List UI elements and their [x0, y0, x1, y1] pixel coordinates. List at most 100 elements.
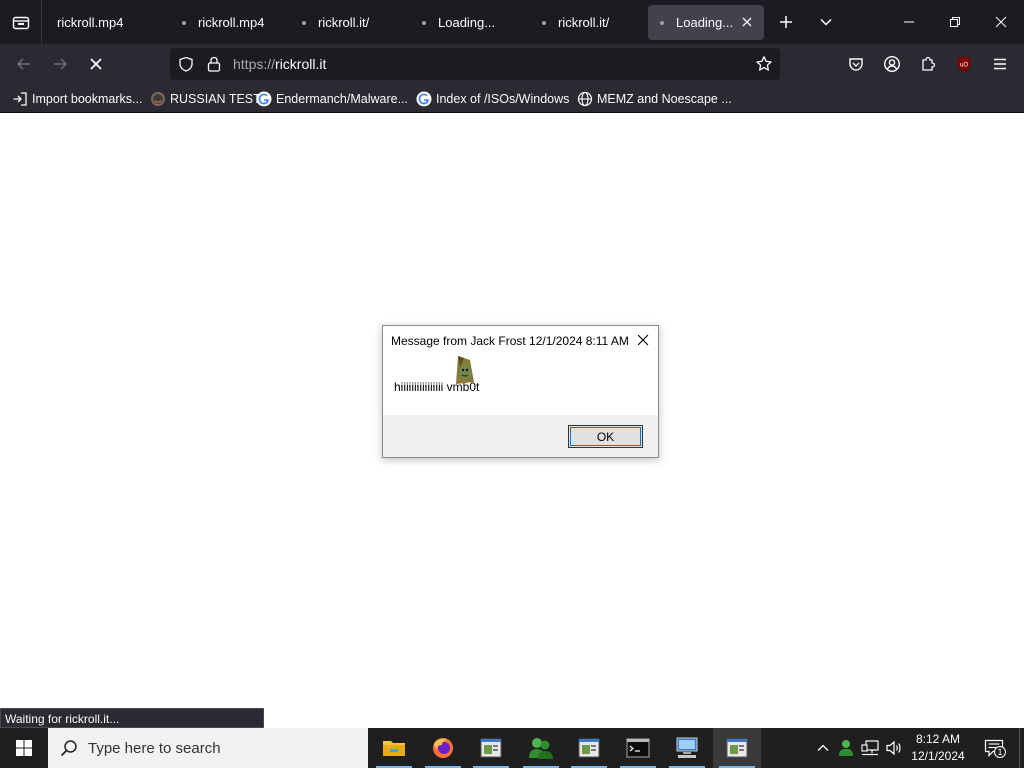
account-icon [883, 55, 901, 73]
taskbar-network-computer[interactable] [663, 728, 711, 768]
windows-taskbar: Type here to search 8:12 AM 12/1/2024 1 [0, 728, 1024, 768]
forward-button[interactable] [44, 48, 76, 80]
speaker-icon [886, 740, 901, 756]
hamburger-menu-icon [994, 58, 1006, 70]
ublock-shield-icon: uO [957, 56, 971, 72]
minimize-icon [904, 21, 914, 23]
bookmark-memz[interactable]: MEMZ and Noescape ... [577, 90, 732, 108]
start-button[interactable] [0, 728, 48, 768]
tab-5[interactable]: rickroll.it/ [530, 5, 648, 40]
ublock-origin-button[interactable]: uO [952, 54, 976, 74]
bookmark-import[interactable]: Import bookmarks... [12, 90, 142, 108]
taskbar-messenger[interactable] [517, 728, 565, 768]
bookmark-label: Import bookmarks... [32, 92, 143, 106]
forward-arrow-icon [54, 58, 68, 70]
tab-3[interactable]: rickroll.it/ [290, 5, 410, 40]
bookmark-label: Endermanch/Malware... [276, 92, 409, 106]
bookmark-star-button[interactable] [755, 55, 773, 73]
search-icon [60, 739, 78, 757]
stop-icon [90, 58, 102, 70]
back-arrow-icon [16, 58, 30, 70]
tab-2[interactable]: rickroll.mp4 [170, 5, 290, 40]
account-button[interactable] [880, 54, 904, 74]
taskbar-search-box[interactable]: Type here to search [48, 728, 368, 768]
dialog-footer: OK [383, 415, 658, 457]
window-close-button[interactable] [978, 0, 1024, 44]
tab-strip: rickroll.mp4 rickroll.mp4 rickroll.it/ L… [0, 0, 1024, 44]
back-button[interactable] [8, 48, 40, 80]
google-icon [416, 91, 432, 107]
pocket-button[interactable] [844, 54, 868, 74]
taskbar-app-window-1[interactable] [467, 728, 515, 768]
svg-text:uO: uO [960, 63, 968, 69]
taskbar-app-window-2[interactable] [565, 728, 613, 768]
taskbar-firefox[interactable] [419, 728, 467, 768]
bookmark-russian-test[interactable]: RUSSIAN TEST [150, 90, 261, 108]
tab-1[interactable]: rickroll.mp4 [45, 5, 170, 40]
address-bar[interactable]: https://rickroll.it [170, 48, 780, 80]
tab-close-icon[interactable] [740, 15, 754, 29]
minimize-button[interactable] [886, 0, 932, 44]
url-text[interactable]: https://rickroll.it [233, 56, 326, 72]
tab-4[interactable]: Loading... [410, 5, 530, 40]
dialog-close-button[interactable] [635, 332, 651, 348]
restore-button[interactable] [932, 0, 978, 44]
url-scheme: https:// [233, 56, 276, 72]
globe-icon [577, 91, 593, 107]
tab-label: rickroll.it/ [558, 15, 610, 30]
star-icon [756, 56, 772, 71]
search-placeholder: Type here to search [88, 739, 221, 757]
firefox-view-icon [12, 16, 29, 30]
navigation-toolbar: https://rickroll.it uO [0, 44, 1024, 84]
bookmark-endermanch[interactable]: Endermanch/Malware... [256, 90, 408, 108]
bookmark-label: RUSSIAN TEST [170, 92, 261, 106]
loading-dot-icon [302, 20, 306, 25]
action-center-button[interactable]: 1 [983, 738, 1006, 758]
show-hidden-icons-button[interactable] [813, 738, 833, 758]
stop-loading-button[interactable] [80, 48, 112, 80]
ok-button[interactable]: OK [568, 425, 643, 448]
app-menu-button[interactable] [988, 54, 1012, 74]
loading-dot-icon [660, 20, 664, 25]
tray-clock[interactable]: 8:12 AM 12/1/2024 [906, 731, 970, 765]
messenger-status-icon [839, 740, 853, 756]
close-icon [637, 334, 649, 346]
bookmark-isos-windows[interactable]: Index of /ISOs/Windows [416, 90, 569, 108]
app-window-icon [480, 738, 502, 758]
taskbar-file-explorer[interactable] [370, 728, 418, 768]
desktop-pet-sprite[interactable] [452, 354, 476, 386]
new-tab-button[interactable] [772, 8, 800, 36]
tray-network[interactable] [860, 738, 880, 758]
app-window-icon [726, 738, 748, 758]
lock-icon[interactable] [206, 55, 222, 73]
tab-label: rickroll.mp4 [198, 15, 265, 30]
firefox-view-button[interactable] [0, 0, 42, 44]
puzzle-icon [922, 56, 936, 71]
firefox-icon [433, 738, 453, 758]
tray-messenger[interactable] [836, 738, 856, 758]
taskbar-app-window-3-active[interactable] [713, 728, 761, 768]
status-panel: Waiting for rickroll.it... [0, 708, 264, 728]
windows-logo-icon [16, 740, 32, 756]
tray-volume[interactable] [884, 738, 904, 758]
tracking-protection-shield-icon[interactable] [178, 56, 194, 72]
folder-icon [383, 741, 405, 756]
app-window-icon [578, 738, 600, 758]
list-all-tabs-button[interactable] [812, 8, 840, 36]
loading-dot-icon [422, 20, 426, 25]
show-desktop-button[interactable] [1019, 728, 1024, 768]
dialog-title: Message from Jack Frost 12/1/2024 8:11 A… [391, 334, 629, 348]
network-computer-icon [676, 737, 698, 758]
network-icon [861, 740, 879, 756]
notification-count-badge: 1 [994, 746, 1006, 758]
loading-dot-icon [182, 20, 186, 25]
google-icon [256, 91, 272, 107]
extensions-button[interactable] [916, 54, 940, 74]
tab-label: rickroll.mp4 [57, 15, 124, 30]
message-dialog: Message from Jack Frost 12/1/2024 8:11 A… [382, 325, 659, 458]
chevron-up-icon [817, 744, 829, 751]
tab-6-active[interactable]: Loading... [648, 5, 764, 40]
taskbar-terminal[interactable] [614, 728, 662, 768]
bookmarks-toolbar: Import bookmarks... RUSSIAN TEST Enderma… [0, 84, 1024, 113]
url-host: rickroll.it [275, 56, 327, 72]
